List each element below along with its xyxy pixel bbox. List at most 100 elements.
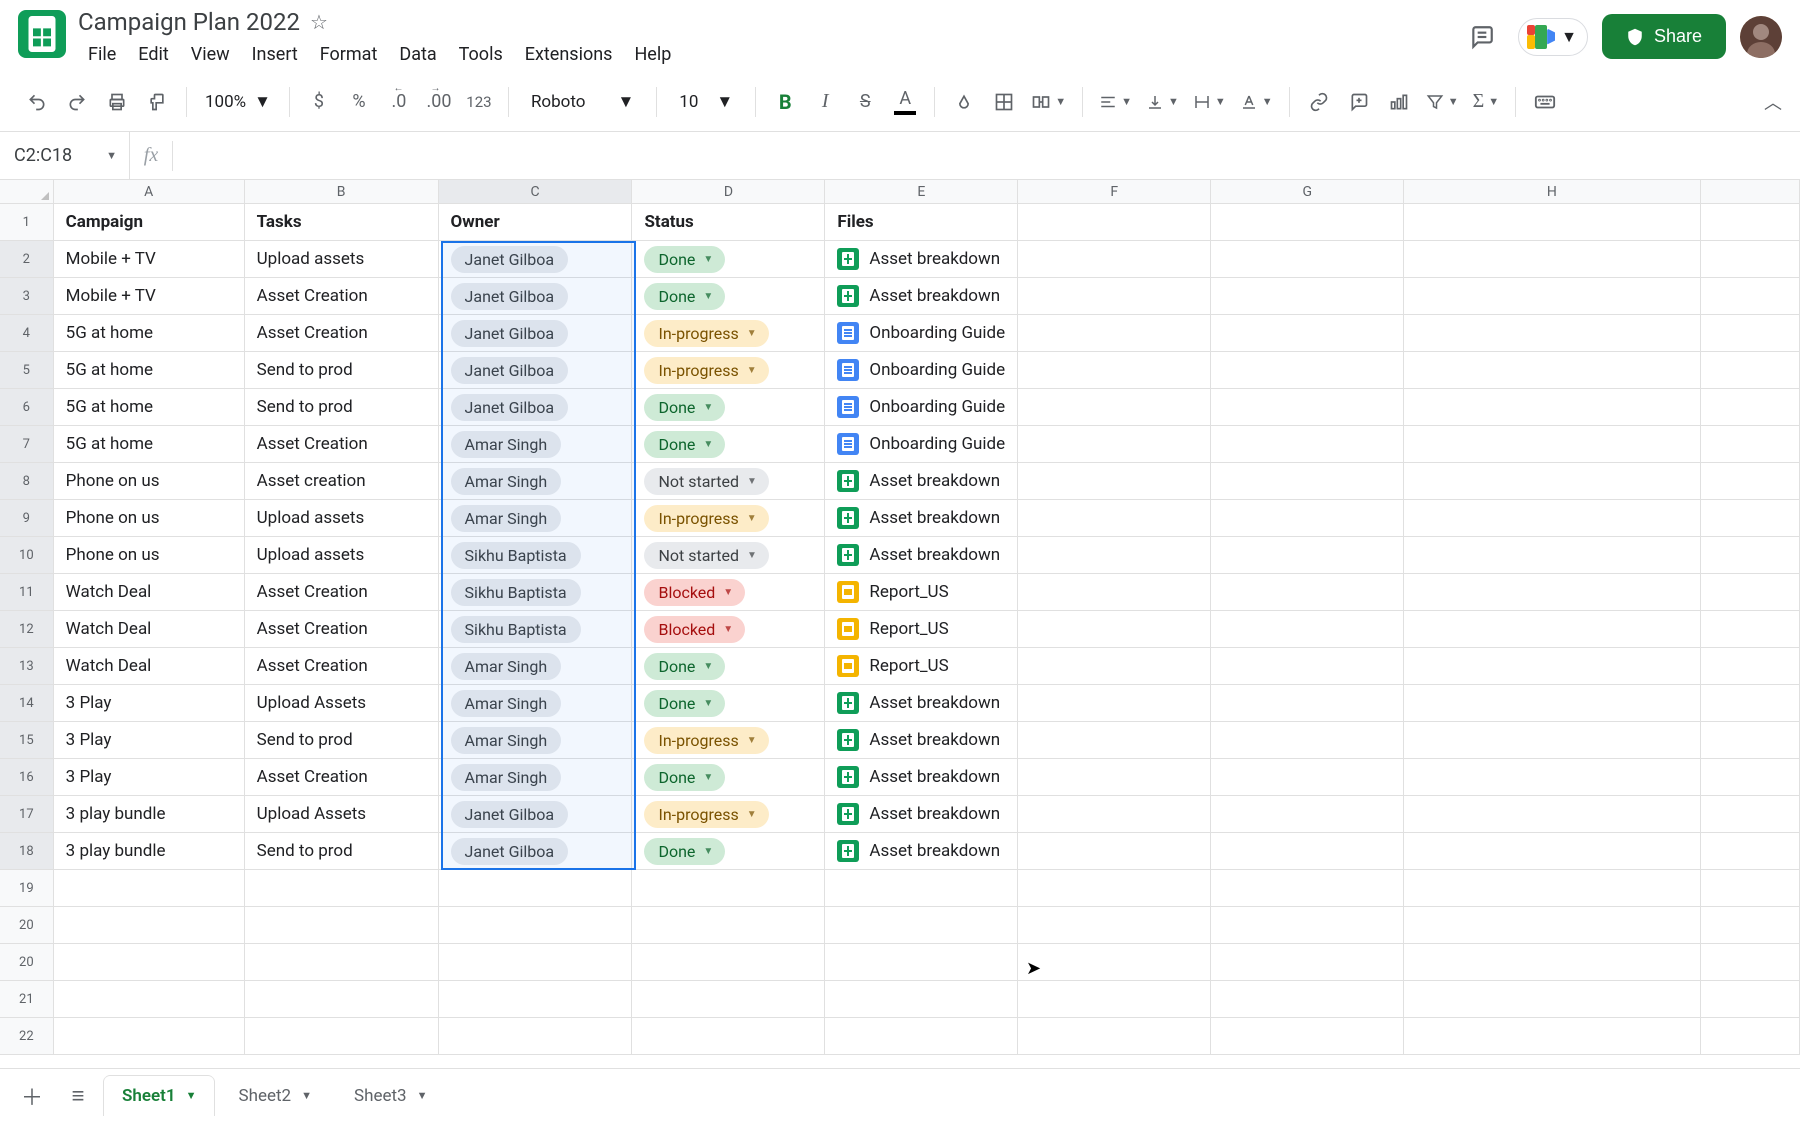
cell[interactable]: Phone on us: [54, 463, 245, 500]
cell[interactable]: Send to prod: [245, 389, 439, 426]
filter-button[interactable]: [1420, 83, 1465, 121]
status-pill[interactable]: Done: [644, 431, 725, 458]
cell[interactable]: [1701, 500, 1800, 537]
col-header-D[interactable]: D: [632, 180, 825, 203]
cell[interactable]: 5G at home: [54, 315, 245, 352]
cell[interactable]: [1211, 1018, 1404, 1055]
cell[interactable]: Phone on us: [54, 537, 245, 574]
horizontal-align-button[interactable]: [1093, 83, 1138, 121]
cell[interactable]: [1701, 648, 1800, 685]
cell[interactable]: [632, 981, 825, 1018]
cell[interactable]: [1404, 352, 1700, 389]
file-chip[interactable]: Onboarding Guide: [837, 396, 1005, 418]
formula-input[interactable]: [173, 132, 1800, 179]
cell[interactable]: [1701, 204, 1800, 241]
redo-button[interactable]: [58, 83, 96, 121]
cell[interactable]: 5G at home: [54, 389, 245, 426]
cell[interactable]: [439, 907, 633, 944]
menu-file[interactable]: File: [78, 40, 126, 69]
row-header[interactable]: 15: [0, 722, 54, 759]
col-header-H[interactable]: H: [1404, 180, 1700, 203]
cell[interactable]: [439, 944, 633, 981]
cell[interactable]: Upload Assets: [245, 796, 439, 833]
menu-format[interactable]: Format: [310, 40, 388, 69]
cell[interactable]: [1404, 907, 1700, 944]
cell[interactable]: Janet Gilboa: [439, 389, 633, 426]
bold-button[interactable]: B: [766, 83, 804, 121]
cell[interactable]: [54, 907, 245, 944]
row-header[interactable]: 19: [0, 870, 54, 907]
row-header[interactable]: 14: [0, 685, 54, 722]
cell[interactable]: 3 Play: [54, 685, 245, 722]
cell[interactable]: [1404, 685, 1700, 722]
cell[interactable]: [1404, 463, 1700, 500]
cell[interactable]: [1701, 870, 1800, 907]
cell[interactable]: [1018, 907, 1211, 944]
cell[interactable]: [1211, 500, 1404, 537]
menu-help[interactable]: Help: [624, 40, 681, 69]
row-header[interactable]: 8: [0, 463, 54, 500]
cell[interactable]: Onboarding Guide: [825, 389, 1018, 426]
menu-edit[interactable]: Edit: [128, 40, 178, 69]
cell[interactable]: [1404, 870, 1700, 907]
cell[interactable]: [439, 1018, 633, 1055]
file-chip[interactable]: Onboarding Guide: [837, 322, 1005, 344]
cell[interactable]: Asset Creation: [245, 278, 439, 315]
cell[interactable]: Done: [632, 241, 825, 278]
cell[interactable]: Sikhu Baptista: [439, 574, 633, 611]
cell[interactable]: Campaign: [54, 204, 245, 241]
grid-row[interactable]: 45G at homeAsset CreationJanet GilboaIn-…: [0, 315, 1800, 352]
file-chip[interactable]: Report_US: [837, 618, 948, 640]
cell[interactable]: [54, 1018, 245, 1055]
grid-row[interactable]: 10Phone on usUpload assetsSikhu Baptista…: [0, 537, 1800, 574]
cell[interactable]: Asset breakdown: [825, 537, 1018, 574]
cell[interactable]: [1211, 278, 1404, 315]
status-pill[interactable]: Done: [644, 394, 725, 421]
menu-tools[interactable]: Tools: [449, 40, 513, 69]
cell[interactable]: [632, 1018, 825, 1055]
cell[interactable]: Upload assets: [245, 537, 439, 574]
file-chip[interactable]: Asset breakdown: [837, 729, 1000, 751]
cell[interactable]: Phone on us: [54, 500, 245, 537]
row-header[interactable]: 21: [0, 981, 54, 1018]
cell[interactable]: [1404, 500, 1700, 537]
cell[interactable]: [1018, 574, 1211, 611]
cell[interactable]: 3 Play: [54, 722, 245, 759]
cell[interactable]: [1701, 611, 1800, 648]
font-select[interactable]: Roboto: [519, 92, 646, 112]
text-wrap-button[interactable]: [1187, 83, 1232, 121]
cell[interactable]: Watch Deal: [54, 574, 245, 611]
insert-chart-button[interactable]: [1380, 83, 1418, 121]
keyboard-button[interactable]: [1526, 83, 1564, 121]
grid-row[interactable]: 19: [0, 870, 1800, 907]
cell[interactable]: Asset creation: [245, 463, 439, 500]
file-chip[interactable]: Asset breakdown: [837, 803, 1000, 825]
file-chip[interactable]: Asset breakdown: [837, 544, 1000, 566]
cell[interactable]: [1211, 426, 1404, 463]
menu-data[interactable]: Data: [389, 40, 446, 69]
cell[interactable]: [1211, 352, 1404, 389]
cell[interactable]: Upload Assets: [245, 685, 439, 722]
cell[interactable]: [1701, 241, 1800, 278]
cell[interactable]: [1701, 574, 1800, 611]
owner-chip[interactable]: Amar Singh: [451, 505, 562, 532]
cell[interactable]: Asset Creation: [245, 611, 439, 648]
cell[interactable]: Asset breakdown: [825, 278, 1018, 315]
text-rotation-button[interactable]: [1234, 83, 1279, 121]
grid-row[interactable]: 13Watch DealAsset CreationAmar SinghDone…: [0, 648, 1800, 685]
status-pill[interactable]: Not started: [644, 468, 768, 495]
row-header[interactable]: 20: [0, 907, 54, 944]
cell[interactable]: Asset Creation: [245, 315, 439, 352]
cell[interactable]: [1211, 611, 1404, 648]
cell[interactable]: Asset breakdown: [825, 759, 1018, 796]
cell[interactable]: [1404, 204, 1700, 241]
owner-chip[interactable]: Janet Gilboa: [451, 283, 569, 310]
grid-row[interactable]: 3Mobile + TVAsset CreationJanet GilboaDo…: [0, 278, 1800, 315]
file-chip[interactable]: Asset breakdown: [837, 248, 1000, 270]
cell[interactable]: [1701, 315, 1800, 352]
grid-row[interactable]: 55G at homeSend to prodJanet GilboaIn-pr…: [0, 352, 1800, 389]
cell[interactable]: [1404, 389, 1700, 426]
cell[interactable]: Status: [632, 204, 825, 241]
cell[interactable]: Asset breakdown: [825, 500, 1018, 537]
undo-button[interactable]: [18, 83, 56, 121]
